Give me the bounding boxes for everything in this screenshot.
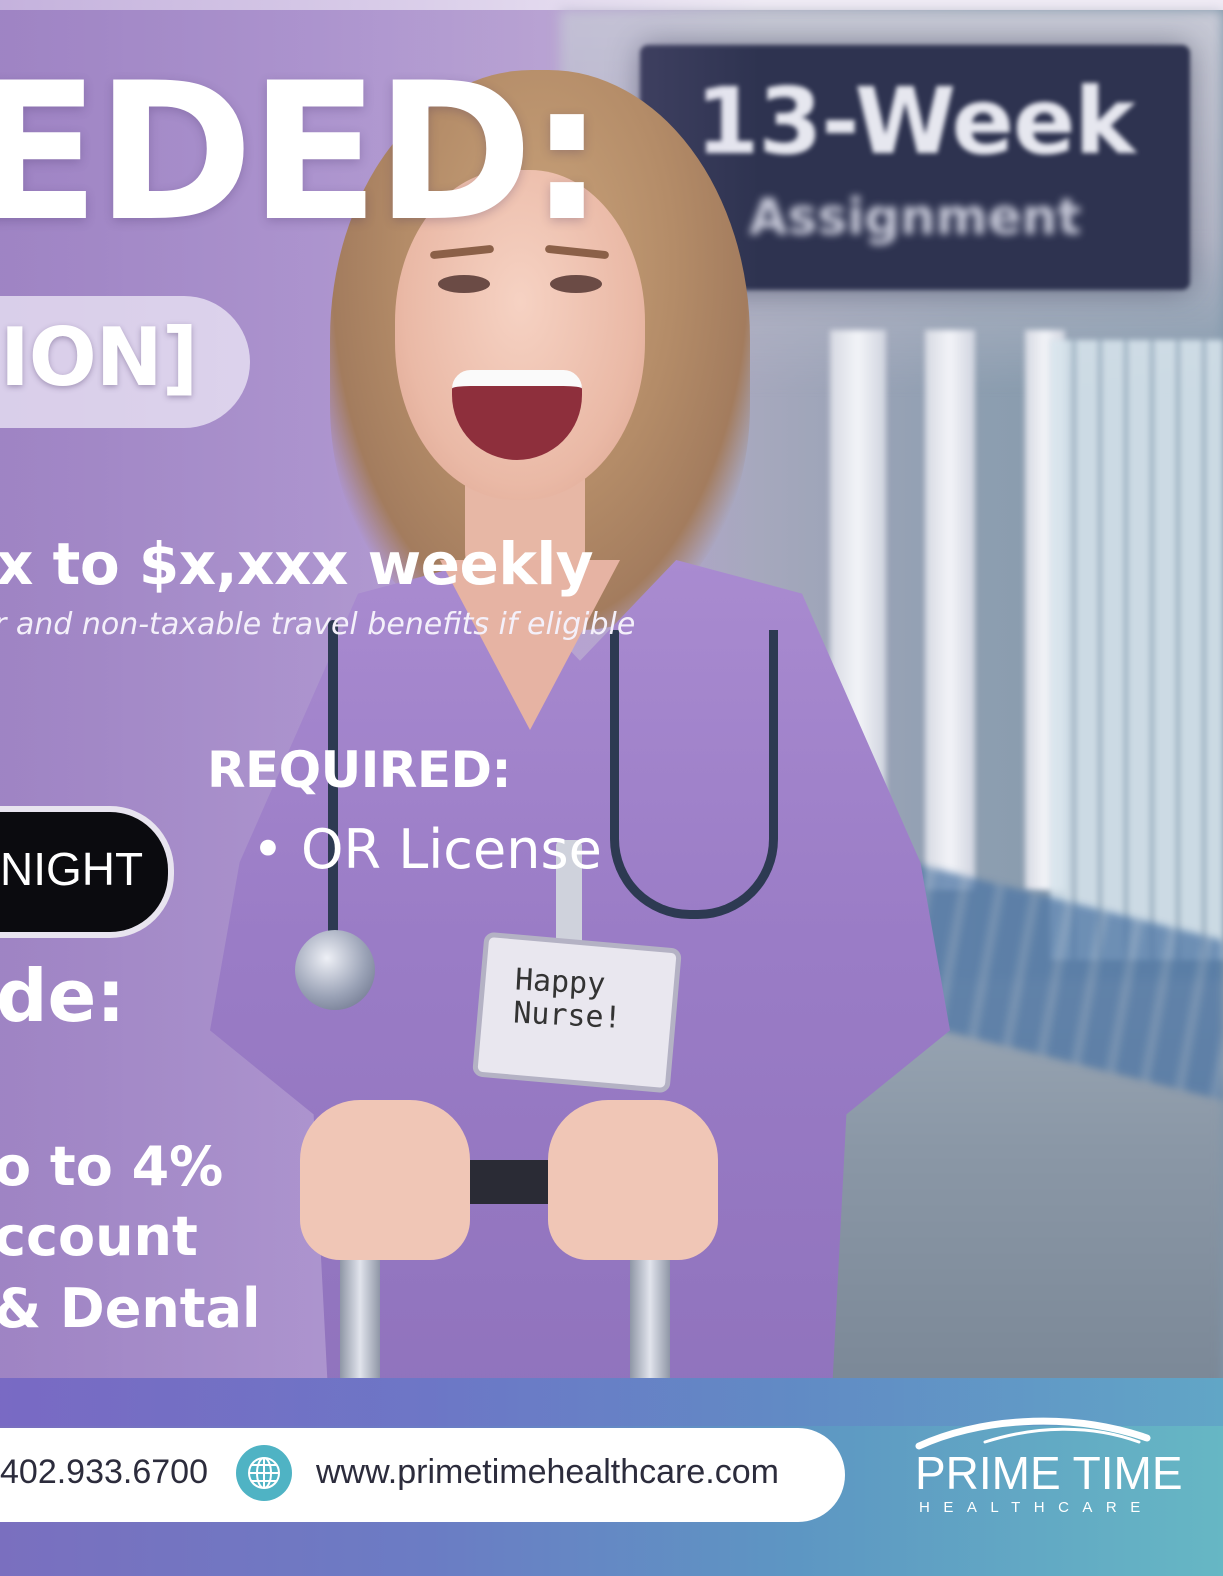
pay-range: x to $x,xxx weekly [0,530,594,598]
nurse-hand [548,1100,718,1260]
required-item: • OR License [252,823,602,877]
headline: EDED: [0,42,605,263]
bullet-icon: • [252,818,302,881]
benefit-item: o to 4% [0,1135,224,1198]
terminal-pillar [925,330,975,890]
terminal-windows [1050,340,1223,960]
logo-tagline: HEALTHCARE [919,1499,1154,1516]
required-item-text: OR License [301,818,602,881]
nurse-eye [438,275,490,293]
shift-label: NIGHT [0,843,144,895]
stethoscope-icon [610,630,778,919]
badge-line: Nurse! [512,995,623,1036]
benefits-title: de: [0,954,126,1038]
name-badge: Happy Nurse! [472,931,682,1094]
benefit-item: ccount [0,1205,198,1268]
name-badge-text: Happy Nurse! [512,962,624,1036]
required-title: REQUIRED: [207,741,512,799]
company-logo: PRIME TIME HEALTHCARE [905,1410,1183,1530]
swoosh-icon [915,1417,1151,1450]
phone-number[interactable]: 402.933.6700 [0,1455,208,1489]
globe-icon-svg [248,1457,280,1489]
logo-name: PRIME TIME [915,1447,1183,1499]
nurse-hand [300,1100,470,1260]
globe-icon [236,1445,292,1501]
job-flyer: 13-Week Assignment Happy Nurse! EDED: IO… [0,0,1223,1576]
nurse-eye [550,275,602,293]
benefit-item: & Dental [0,1277,261,1340]
stethoscope-chestpiece [295,930,375,1010]
website-link[interactable]: www.primetimehealthcare.com [316,1455,779,1489]
location-text: ION] [0,311,198,404]
pay-note: r and non-taxable travel benefits if eli… [0,607,636,642]
